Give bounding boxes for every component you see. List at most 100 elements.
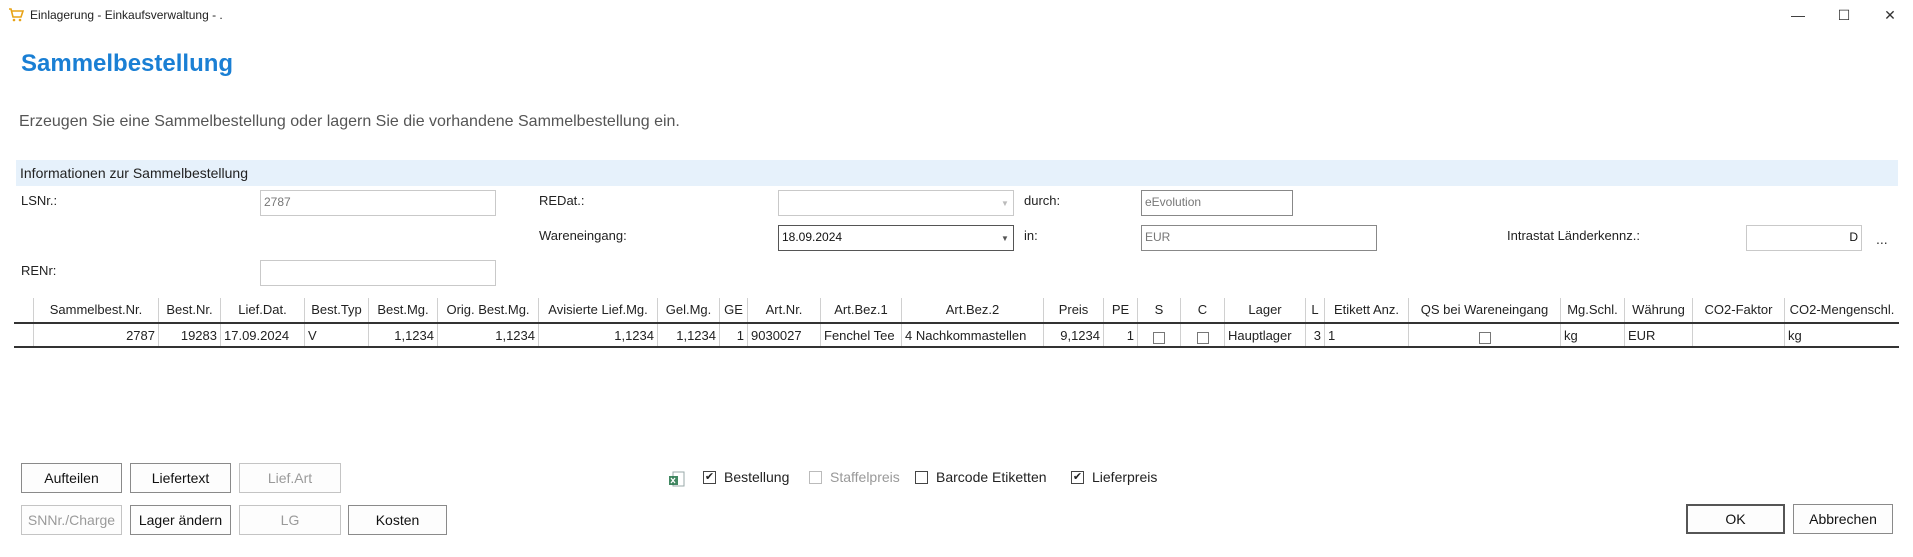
column-header[interactable]: CO2-Mengenschl.: [1785, 298, 1899, 322]
column-header[interactable]: Lief.Dat.: [221, 298, 305, 322]
cell-pe[interactable]: 1: [1104, 324, 1138, 346]
cell-art-nr[interactable]: 9030027: [748, 324, 821, 346]
cell-qs: [1409, 324, 1561, 346]
durch-field[interactable]: eEvolution: [1141, 190, 1293, 216]
intrastat-more-button[interactable]: ...: [1876, 231, 1888, 247]
section-title: Informationen zur Sammelbestellung: [20, 165, 249, 181]
renr-field[interactable]: [260, 260, 496, 286]
redat-datepicker[interactable]: ▼: [778, 190, 1014, 216]
wareneingang-value: 18.09.2024: [782, 230, 843, 244]
column-header[interactable]: GE: [720, 298, 748, 322]
intrastat-label: Intrastat Länderkennz.:: [1507, 228, 1640, 243]
s-checkbox[interactable]: [1153, 331, 1165, 344]
lieferpreis-label: Lieferpreis: [1092, 469, 1158, 485]
cell-orig-best-mg[interactable]: 1,1234: [438, 324, 539, 346]
cell-co2-faktor[interactable]: [1693, 324, 1785, 346]
column-header[interactable]: Art.Bez.2: [902, 298, 1044, 322]
bestellung-label: Bestellung: [724, 469, 790, 485]
column-header[interactable]: Währung: [1625, 298, 1693, 322]
checkbox-empty-icon: [809, 470, 822, 484]
column-header[interactable]: S: [1138, 298, 1181, 322]
redat-label: REDat.:: [539, 193, 585, 208]
cell-art-bez1[interactable]: Fenchel Tee: [821, 324, 902, 346]
bestellung-checkbox[interactable]: ✔ Bestellung: [703, 469, 789, 485]
column-header[interactable]: Gel.Mg.: [658, 298, 720, 322]
minimize-button[interactable]: —: [1775, 0, 1821, 30]
snnr-charge-button[interactable]: SNNr./Charge: [21, 505, 122, 535]
ok-button[interactable]: OK: [1686, 504, 1785, 534]
column-header[interactable]: CO2-Faktor: [1693, 298, 1785, 322]
liefertext-button[interactable]: Liefertext: [130, 463, 231, 493]
lieferpreis-checkbox[interactable]: ✔ Lieferpreis: [1071, 469, 1157, 485]
table-row[interactable]: 2787 19283 17.09.2024 V 1,1234 1,1234 1,…: [14, 322, 1899, 348]
grid-header: Sammelbest.Nr. Best.Nr. Lief.Dat. Best.T…: [14, 298, 1899, 322]
maximize-button[interactable]: ☐: [1821, 0, 1867, 30]
wareneingang-datepicker[interactable]: 18.09.2024 ▼: [778, 225, 1014, 251]
barcode-etiketten-label: Barcode Etiketten: [936, 469, 1047, 485]
qs-checkbox[interactable]: [1478, 331, 1491, 344]
column-header[interactable]: Best.Mg.: [369, 298, 438, 322]
cell-mg-schl[interactable]: kg: [1561, 324, 1625, 346]
cell-sammelbest-nr[interactable]: 2787: [34, 324, 159, 346]
cell-ge[interactable]: 1: [720, 324, 748, 346]
intrastat-field[interactable]: D: [1746, 225, 1862, 251]
cell-s: [1138, 324, 1181, 346]
cell-preis[interactable]: 9,1234: [1044, 324, 1104, 346]
excel-export-icon[interactable]: [668, 470, 686, 488]
column-header[interactable]: Mg.Schl.: [1561, 298, 1625, 322]
column-header[interactable]: Etikett Anz.: [1325, 298, 1409, 322]
lager-aendern-button[interactable]: Lager ändern: [130, 505, 231, 535]
lsnr-label: LSNr.:: [21, 193, 58, 208]
kosten-button[interactable]: Kosten: [348, 505, 447, 535]
column-header[interactable]: Orig. Best.Mg.: [438, 298, 539, 322]
cell-waehrung[interactable]: EUR: [1625, 324, 1693, 346]
staffelpreis-label: Staffelpreis: [830, 469, 900, 485]
column-header[interactable]: Art.Bez.1: [821, 298, 902, 322]
cell-avisierte-lief-mg[interactable]: 1,1234: [539, 324, 658, 346]
window-title: Einlagerung - Einkaufsverwaltung - .: [30, 8, 223, 22]
in-label: in:: [1024, 228, 1038, 243]
checkbox-empty-icon: [915, 470, 928, 484]
durch-label: durch:: [1024, 193, 1061, 208]
cell-lager[interactable]: Hauptlager: [1225, 324, 1306, 346]
cell-co2-mengenschl[interactable]: kg: [1785, 324, 1899, 346]
cell-best-typ[interactable]: V: [305, 324, 369, 346]
column-header[interactable]: PE: [1104, 298, 1138, 322]
column-header[interactable]: Avisierte Lief.Mg.: [539, 298, 658, 322]
column-header[interactable]: Best.Nr.: [159, 298, 221, 322]
cell-l[interactable]: 3: [1306, 324, 1325, 346]
column-header[interactable]: QS bei Wareneingang: [1409, 298, 1561, 322]
in-field[interactable]: EUR: [1141, 225, 1377, 251]
barcode-etiketten-checkbox[interactable]: Barcode Etiketten: [915, 469, 1047, 485]
cell-best-nr[interactable]: 19283: [159, 324, 221, 346]
lsnr-field[interactable]: 2787: [260, 190, 496, 216]
c-checkbox[interactable]: [1196, 331, 1209, 344]
row-selector[interactable]: [14, 324, 34, 346]
column-header[interactable]: C: [1181, 298, 1225, 322]
column-header[interactable]: L: [1306, 298, 1325, 322]
checkmark-icon: ✔: [1071, 470, 1084, 484]
column-header[interactable]: Lager: [1225, 298, 1306, 322]
abbrechen-button[interactable]: Abbrechen: [1793, 504, 1893, 534]
lief-art-button[interactable]: Lief.Art: [239, 463, 341, 493]
cell-etikett-anz[interactable]: 1: [1325, 324, 1409, 346]
close-button[interactable]: ✕: [1867, 0, 1913, 30]
column-header[interactable]: Best.Typ: [305, 298, 369, 322]
chevron-down-icon[interactable]: ▼: [997, 226, 1013, 250]
wareneingang-label: Wareneingang:: [539, 228, 627, 243]
aufteilen-button[interactable]: Aufteilen: [21, 463, 122, 493]
lg-button[interactable]: LG: [239, 505, 341, 535]
renr-label: RENr:: [21, 263, 57, 278]
cell-gel-mg[interactable]: 1,1234: [658, 324, 720, 346]
column-header[interactable]: Art.Nr.: [748, 298, 821, 322]
column-header[interactable]: Sammelbest.Nr.: [34, 298, 159, 322]
column-header[interactable]: Preis: [1044, 298, 1104, 322]
page-title: Sammelbestellung: [21, 50, 234, 77]
cell-lief-dat[interactable]: 17.09.2024: [221, 324, 305, 346]
title-bar: Einlagerung - Einkaufsverwaltung - . — ☐…: [0, 0, 1913, 30]
cell-best-mg[interactable]: 1,1234: [369, 324, 438, 346]
checkmark-icon: ✔: [703, 470, 716, 484]
staffelpreis-checkbox[interactable]: Staffelpreis: [809, 469, 900, 485]
cell-art-bez2[interactable]: 4 Nachkommastellen: [902, 324, 1044, 346]
chevron-down-icon[interactable]: ▼: [997, 191, 1013, 215]
